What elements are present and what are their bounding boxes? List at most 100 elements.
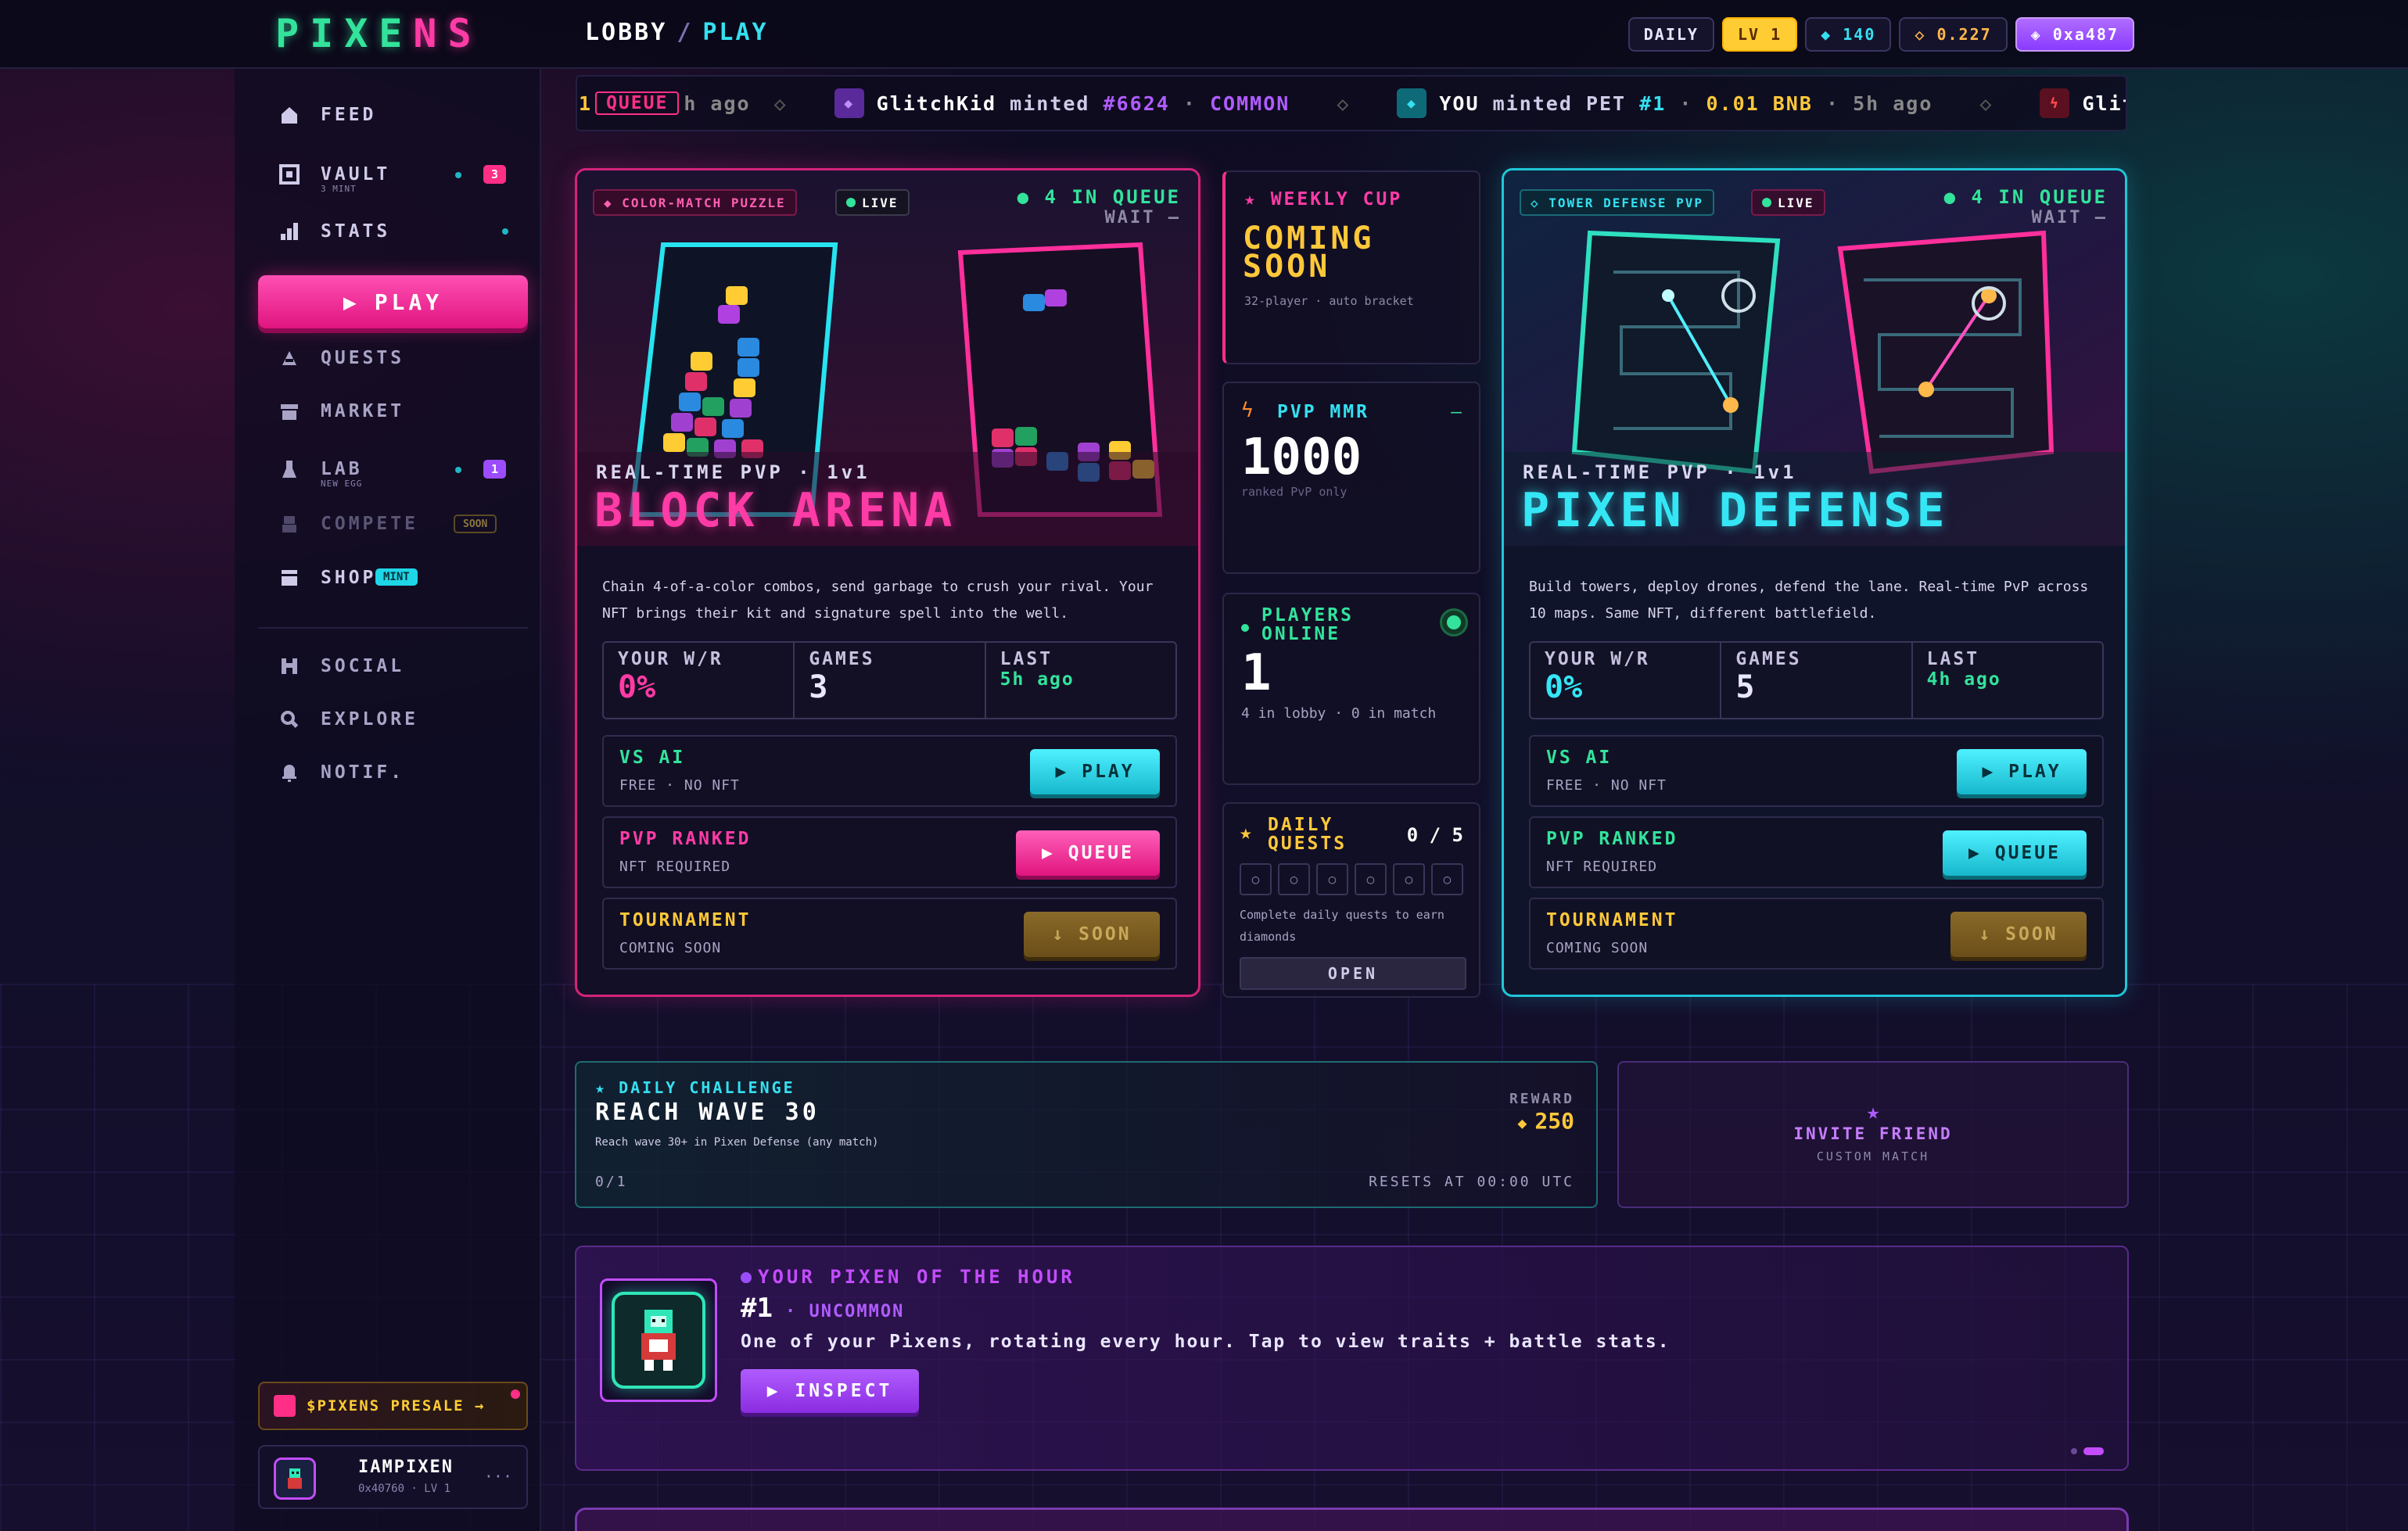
live-label: LIVE [862, 195, 899, 210]
pixen-of-the-hour-card: YOUR PIXEN OF THE HOUR #1 · UNCOMMON One … [575, 1246, 2129, 1471]
next-section-card [575, 1508, 2129, 1531]
challenge-title: REACH WAVE 30 [595, 1099, 820, 1126]
quest-slot: ○ [1431, 863, 1463, 895]
pixen-portrait[interactable] [600, 1278, 717, 1402]
queue-status: ● 4 IN QUEUE WAIT — [1017, 186, 1181, 228]
sidebar-item-label: SHOP [321, 568, 377, 588]
app-logo[interactable]: PIXENS [275, 11, 483, 56]
sidebar-item-label: COMPETE [321, 514, 418, 534]
quest-slots: ○ ○ ○ ○ ○ ○ [1240, 863, 1463, 895]
level-badge[interactable]: LV 1 [1721, 17, 1798, 52]
tournament-soon-button[interactable]: ↓ SOON [1950, 912, 2087, 957]
sidebar-item-vault[interactable]: VAULT 3 MINT 3 [258, 151, 528, 198]
game-title: PIXEN DEFENSE [1521, 483, 1950, 538]
sidebar-item-explore[interactable]: EXPLORE [258, 696, 528, 743]
star-icon: ★ [1240, 821, 1252, 844]
sidebar-item-quests[interactable]: QUESTS [258, 335, 528, 382]
pixen-label-dot [741, 1272, 752, 1283]
ticker-rarity: COMMON [1210, 91, 1290, 115]
invite-friend-card[interactable]: ★ INVITE FRIEND CUSTOM MATCH [1617, 1061, 2129, 1208]
stat-games: GAMES 3 [795, 643, 986, 718]
gem-balance[interactable]: ◆ 140 [1805, 17, 1892, 52]
sidebar-item-feed[interactable]: FEED [258, 91, 528, 138]
sidebar-item-label: STATS [321, 221, 391, 242]
ticker-item[interactable]: ϟ Glitc [2040, 88, 2126, 118]
sidebar-item-shop[interactable]: SHOP MINT [258, 554, 528, 601]
tournament-soon-button[interactable]: ↓ SOON [1024, 912, 1160, 957]
play-vs-ai-button[interactable]: ▶ PLAY [1957, 749, 2087, 794]
genre-tag: ◇ TOWER DEFENSE PVP [1520, 189, 1715, 216]
queue-ranked-button[interactable]: ▶ QUEUE [1016, 830, 1160, 876]
sidebar-item-market[interactable]: MARKET [258, 388, 528, 435]
game-description: Build towers, deploy drones, defend the … [1529, 579, 2089, 622]
stat-value: 3 [809, 669, 828, 705]
ticker-verb: minted [1010, 91, 1090, 115]
presale-banner[interactable]: $PIXENS PRESALE → [258, 1382, 528, 1430]
mode-tournament: TOURNAMENT COMING SOON ↓ SOON [602, 898, 1177, 970]
shop-icon [278, 567, 300, 589]
daily-quests-card: ★ DAILY QUESTS 0 / 5 ○ ○ ○ ○ ○ ○ Complet… [1222, 802, 1480, 998]
sidebar-item-stats[interactable]: STATS [258, 208, 528, 255]
weekly-cup-card[interactable]: ★ WEEKLY CUP COMING SOON 32-player · aut… [1222, 170, 1480, 364]
mode-title: PVP RANKED [619, 829, 752, 849]
activity-ticker: 1 QUEUE h ago ◇ ◆ GlitchKid minted #6624… [576, 75, 2127, 131]
mode-title: VS AI [619, 748, 686, 768]
queue-count: ● 4 IN QUEUE [1017, 186, 1181, 208]
carousel-dot[interactable] [2071, 1448, 2077, 1454]
stat-label: LAST [1926, 649, 1980, 669]
coin-balance[interactable]: ◇ 0.227 [1899, 17, 2008, 52]
pixen-id-line: #1 · UNCOMMON [741, 1293, 904, 1324]
ticker-verb: minted PET [1492, 91, 1627, 115]
diamond-icon: ◆ [1517, 1113, 1527, 1132]
carousel-dot-active[interactable] [2083, 1447, 2104, 1455]
sidebar-item-lab[interactable]: LAB NEW EGG 1 [258, 446, 528, 493]
stat-value: 4h ago [1926, 669, 2001, 690]
stat-last: LAST 5h ago [986, 643, 1175, 718]
stat-label: LAST [999, 649, 1053, 669]
breadcrumb-root[interactable]: LOBBY [585, 19, 667, 46]
online-subtitle: 4 in lobby · 0 in match [1241, 705, 1437, 722]
sidebar-item-notif[interactable]: NOTIF. [258, 749, 528, 796]
user-menu-button[interactable]: ··· [484, 1467, 512, 1486]
vault-count-badge: 3 [483, 165, 507, 184]
queue-wait: WAIT — [2031, 208, 2108, 228]
reward-label: REWARD [1509, 1091, 1574, 1107]
ticker-separator: ◇ [1979, 91, 1994, 115]
game-card-block-arena[interactable]: ◆ COLOR-MATCH PUZZLE LIVE ● 4 IN QUEUE W… [575, 168, 1200, 997]
pixen-rarity: · UNCOMMON [784, 1302, 905, 1321]
game-subtitle: REAL-TIME PVP · 1v1 [1523, 461, 1797, 483]
notification-dot [511, 1389, 520, 1399]
sidebar-item-label: LAB [321, 459, 363, 479]
daily-challenge-card[interactable]: ★ DAILY CHALLENGE REACH WAVE 30 Reach wa… [575, 1061, 1598, 1208]
daily-button[interactable]: DAILY [1627, 17, 1714, 52]
live-badge: LIVE [835, 189, 910, 216]
user-card[interactable]: IAMPIXEN 0x40760 · LV 1 ··· [258, 1445, 528, 1509]
genre-tag: ◆ COLOR-MATCH PUZZLE [593, 189, 797, 216]
stat-label: YOUR W/R [618, 649, 723, 669]
wallet-button[interactable]: ◈ 0xa487 [2015, 17, 2134, 52]
queue-ranked-button[interactable]: ▶ QUEUE [1943, 830, 2087, 876]
ticker-nft-id: #1 [1639, 91, 1667, 115]
mode-title: TOURNAMENT [1546, 910, 1678, 930]
user-name: IAMPIXEN [358, 1457, 454, 1477]
breadcrumb-separator: / [676, 19, 694, 46]
ticker-item[interactable]: ◆ YOU minted PET #1 · 0.01 BNB · 5h ago [1397, 88, 1933, 118]
reward-value: ◆ 250 [1517, 1108, 1574, 1134]
bolt-icon: ϟ [1241, 399, 1254, 422]
quests-progress: 0 / 5 [1406, 824, 1463, 846]
sidebar-play-button[interactable]: ▶ PLAY [258, 275, 528, 328]
pvp-mmr-card: ϟ PVP MMR — 1000 ranked PvP only [1222, 382, 1480, 574]
ticker-item[interactable]: ◆ GlitchKid minted #6624 · COMMON [834, 88, 1290, 118]
sidebar-item-compete[interactable]: COMPETE SOON [258, 500, 528, 547]
open-quests-button[interactable]: OPEN [1240, 957, 1466, 990]
game-card-pixen-defense[interactable]: ◇ TOWER DEFENSE PVP LIVE ● 4 IN QUEUE WA… [1502, 168, 2127, 997]
search-icon [278, 708, 300, 730]
sidebar-item-label: QUESTS [321, 348, 405, 368]
play-vs-ai-button[interactable]: ▶ PLAY [1030, 749, 1160, 794]
soon-badge: SOON [454, 515, 497, 533]
sidebar-item-social[interactable]: SOCIAL [258, 643, 528, 690]
game-stats: YOUR W/R 0% GAMES 3 LAST 5h ago [602, 641, 1177, 719]
inspect-button[interactable]: ▶ INSPECT [741, 1369, 919, 1413]
quest-slot: ○ [1355, 863, 1387, 895]
pixen-icon [274, 1395, 296, 1417]
